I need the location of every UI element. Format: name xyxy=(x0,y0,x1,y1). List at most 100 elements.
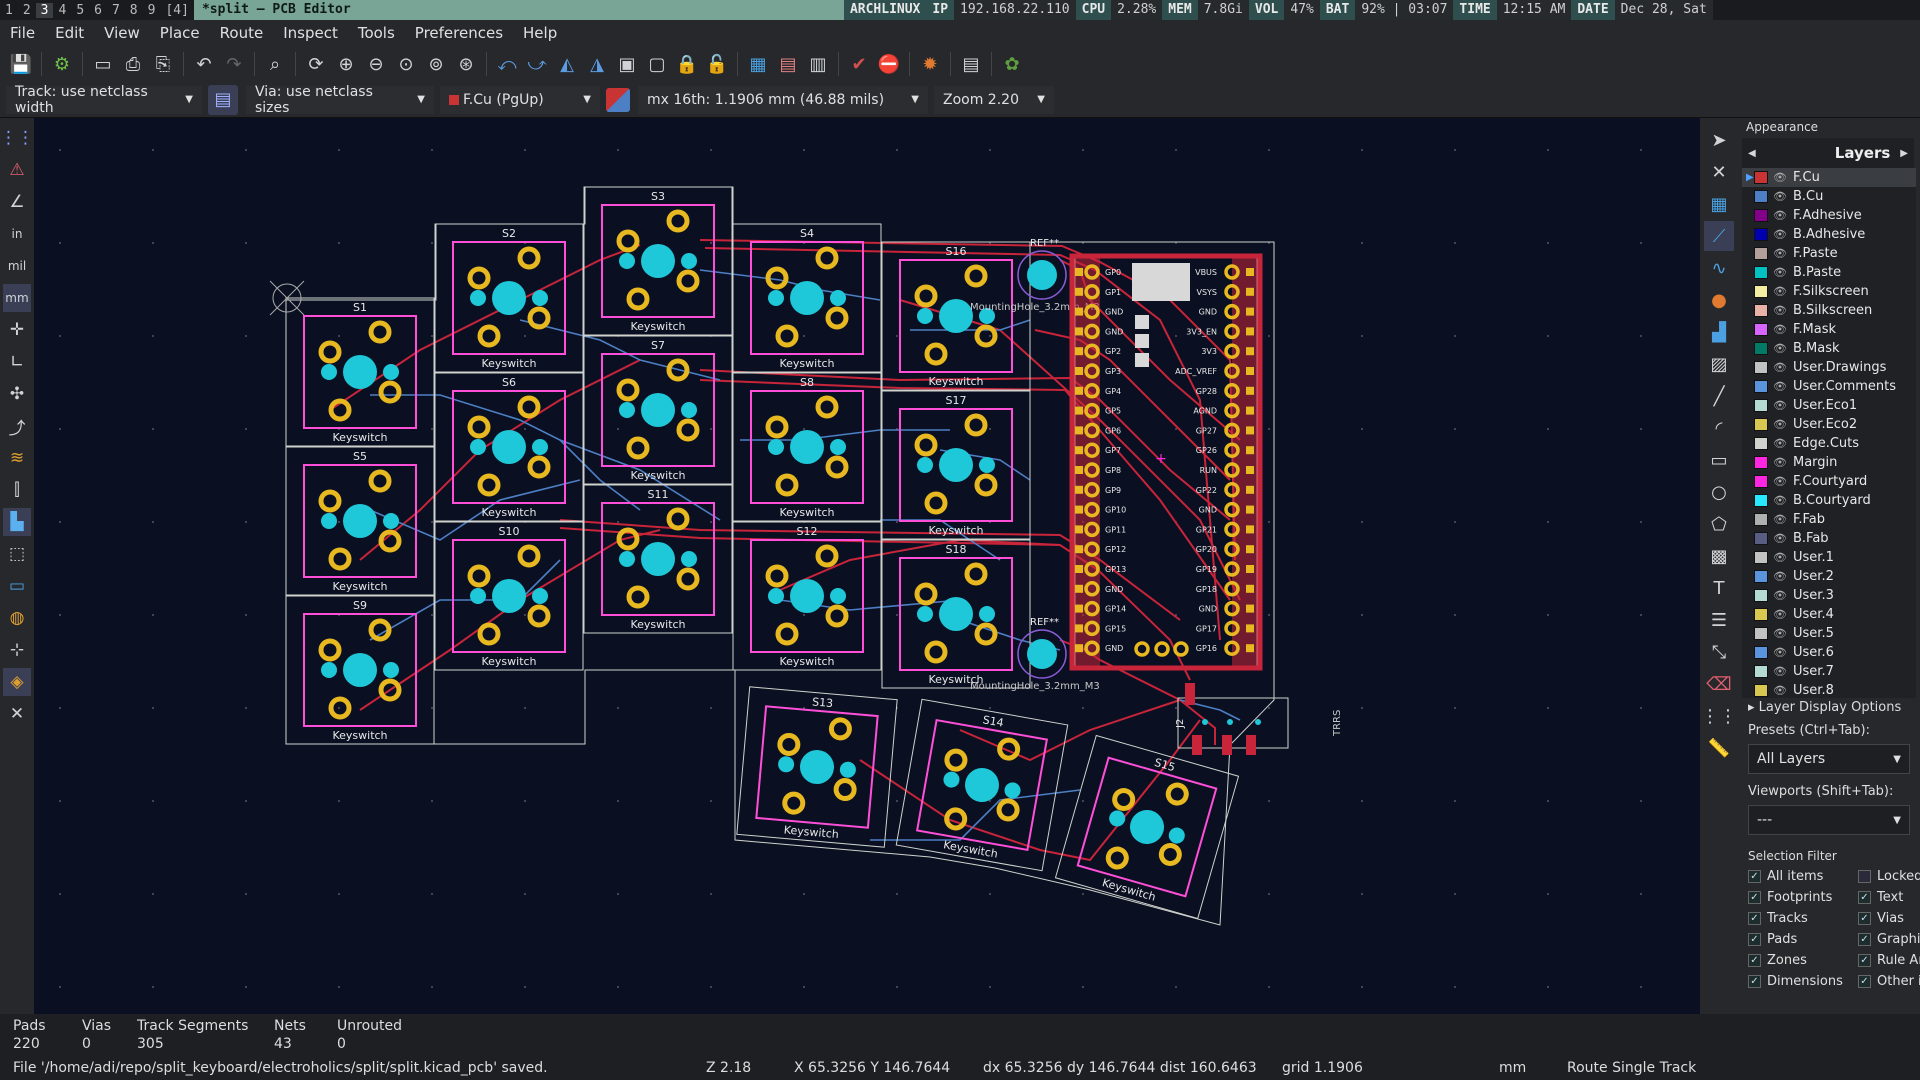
layer-row[interactable]: 👁 User.6 xyxy=(1742,643,1916,662)
local-ratsnest-icon[interactable]: ✕ xyxy=(1704,157,1734,187)
visibility-eye-icon[interactable]: 👁 xyxy=(1773,627,1787,640)
selection-filter-item[interactable]: ✓ Locked xyxy=(1858,867,1920,886)
add-footprint-icon[interactable]: ▦ xyxy=(1704,189,1734,219)
layer-color-swatch[interactable] xyxy=(1754,171,1768,184)
selection-filter-item[interactable]: ✓ Tracks xyxy=(1748,909,1858,928)
visibility-eye-icon[interactable]: 👁 xyxy=(1773,418,1787,431)
keyswitch-footprint[interactable]: S10 Keyswitch xyxy=(434,521,584,671)
pcb-canvas[interactable]: S1 Keyswitch S2 Keyswitch S3 Keyswitch S4 Keysw… xyxy=(34,118,1700,1014)
add-image-icon[interactable]: ▩ xyxy=(1704,541,1734,571)
checkbox[interactable]: ✓ xyxy=(1748,933,1761,946)
draw-arc-icon[interactable]: ◜ xyxy=(1704,413,1734,443)
checkbox[interactable]: ✓ xyxy=(1748,891,1761,904)
add-textbox-icon[interactable]: ☰ xyxy=(1704,605,1734,635)
zone-outline-icon[interactable]: ⬚ xyxy=(3,540,31,568)
layer-row[interactable]: 👁 B.Courtyard xyxy=(1742,491,1916,510)
layer-row[interactable]: 👁 User.1 xyxy=(1742,548,1916,567)
checkbox[interactable]: ✓ xyxy=(1858,870,1871,883)
route-diff-pair-icon[interactable]: ∿ xyxy=(1704,253,1734,283)
plot-icon[interactable]: ⎘ xyxy=(148,49,178,79)
print-icon[interactable]: ⎙ xyxy=(118,49,148,79)
keyswitch-footprint[interactable]: S12 Keyswitch xyxy=(732,521,882,671)
visibility-eye-icon[interactable]: 👁 xyxy=(1773,532,1787,545)
zoom-select[interactable]: Zoom 2.20 ▼ xyxy=(934,85,1054,114)
layer-color-swatch[interactable] xyxy=(1754,342,1768,355)
layer-color-swatch[interactable] xyxy=(1754,190,1768,203)
checkbox[interactable]: ✓ xyxy=(1858,975,1871,988)
layer-row[interactable]: 👁 User.5 xyxy=(1742,624,1916,643)
via-sketch-icon[interactable]: ◍ xyxy=(3,604,31,632)
menu-place[interactable]: Place xyxy=(150,24,210,42)
drc-icon[interactable]: ✔ xyxy=(844,49,874,79)
track-sketch-icon[interactable]: ⊹ xyxy=(3,636,31,664)
auto-track-width-icon[interactable]: ▤ xyxy=(208,84,238,115)
layer-row[interactable]: 👁 User.8 xyxy=(1742,681,1916,698)
keyswitch-footprint[interactable]: S9 Keyswitch xyxy=(285,595,435,745)
selection-filter-item[interactable]: ✓ Footprints xyxy=(1748,888,1858,907)
selection-filter-item[interactable]: ✓ Dimensions xyxy=(1748,972,1858,991)
visibility-eye-icon[interactable]: 👁 xyxy=(1773,247,1787,260)
layer-row[interactable]: 👁 User.Drawings xyxy=(1742,358,1916,377)
selection-filter-item[interactable]: ✓ Pads xyxy=(1748,930,1858,949)
curved-ratsnest-icon[interactable]: ⤴ xyxy=(3,412,31,440)
checkbox[interactable]: ✓ xyxy=(1858,933,1871,946)
layer-row[interactable]: ▶ 👁 F.Cu xyxy=(1742,168,1916,187)
visibility-eye-icon[interactable]: 👁 xyxy=(1773,304,1787,317)
layer-color-swatch[interactable] xyxy=(1754,323,1768,336)
keyswitch-footprint[interactable]: S2 Keyswitch xyxy=(434,223,584,373)
visibility-eye-icon[interactable]: 👁 xyxy=(1773,361,1787,374)
workspace-8[interactable]: 8 xyxy=(125,3,143,18)
zoom-in-icon[interactable]: ⊕ xyxy=(331,49,361,79)
appearance-panel-icon[interactable]: ◈ xyxy=(3,668,31,696)
visibility-eye-icon[interactable]: 👁 xyxy=(1773,475,1787,488)
layer-row[interactable]: 👁 B.Paste xyxy=(1742,263,1916,282)
grid-toggle-icon[interactable]: ⋮⋮ xyxy=(0,124,34,152)
layer-row[interactable]: 👁 F.Paste xyxy=(1742,244,1916,263)
add-via-icon[interactable]: ● xyxy=(1704,285,1734,315)
layer-color-swatch[interactable] xyxy=(1754,247,1768,260)
layer-color-swatch[interactable] xyxy=(1754,304,1768,317)
visibility-eye-icon[interactable]: 👁 xyxy=(1773,380,1787,393)
visibility-eye-icon[interactable]: 👁 xyxy=(1773,228,1787,241)
layer-row[interactable]: 👁 B.Silkscreen xyxy=(1742,301,1916,320)
menu-edit[interactable]: Edit xyxy=(45,24,94,42)
layer-row[interactable]: 👁 B.Adhesive xyxy=(1742,225,1916,244)
layer-color-swatch[interactable] xyxy=(1754,361,1768,374)
units-mm-icon[interactable]: mm xyxy=(3,284,31,312)
menu-route[interactable]: Route xyxy=(210,24,274,42)
keyswitch-footprint[interactable]: S6 Keyswitch xyxy=(434,372,584,522)
keyswitch-footprint[interactable]: S14 Keyswitch xyxy=(895,698,1069,872)
set-origin-icon[interactable]: ⋮⋮ xyxy=(1701,701,1737,731)
layer-color-swatch[interactable] xyxy=(1754,494,1768,507)
draw-rectangle-icon[interactable]: ▭ xyxy=(1704,445,1734,475)
zoom-objects-icon[interactable]: ⊚ xyxy=(421,49,451,79)
unlock-icon[interactable]: 🔓 xyxy=(702,49,732,79)
layer-color-swatch[interactable] xyxy=(1754,646,1768,659)
layer-color-swatch[interactable] xyxy=(1754,456,1768,469)
layer-color-swatch[interactable] xyxy=(1754,209,1768,222)
layer-row[interactable]: 👁 Edge.Cuts xyxy=(1742,434,1916,453)
properties-panel-icon[interactable]: ✕ xyxy=(3,700,31,728)
tab-scroll-right-icon[interactable]: ▶ xyxy=(1900,148,1908,159)
layer-row[interactable]: 👁 F.Courtyard xyxy=(1742,472,1916,491)
layer-color-swatch[interactable] xyxy=(1754,475,1768,488)
layer-color-swatch[interactable] xyxy=(1754,684,1768,697)
visibility-eye-icon[interactable]: 👁 xyxy=(1773,646,1787,659)
keyswitch-footprint[interactable]: S13 Keyswitch xyxy=(736,686,898,848)
layer-row[interactable]: 👁 User.4 xyxy=(1742,605,1916,624)
layer-row[interactable]: 👁 B.Fab xyxy=(1742,529,1916,548)
layer-select[interactable]: F.Cu (PgUp) ▼ xyxy=(440,85,600,114)
layer-color-swatch[interactable] xyxy=(1754,399,1768,412)
menu-preferences[interactable]: Preferences xyxy=(405,24,513,42)
zoom-fit-icon[interactable]: ⊙ xyxy=(391,49,421,79)
visibility-eye-icon[interactable]: 👁 xyxy=(1773,285,1787,298)
visibility-eye-icon[interactable]: 👁 xyxy=(1773,399,1787,412)
layer-color-swatch[interactable] xyxy=(1754,627,1768,640)
layer-color-swatch[interactable] xyxy=(1754,380,1768,393)
workspace-3[interactable]: 3 xyxy=(35,2,54,18)
workspace-4[interactable]: 4 xyxy=(53,3,71,18)
add-zone-icon[interactable]: ▟ xyxy=(1704,317,1734,347)
checkbox[interactable]: ✓ xyxy=(1748,870,1761,883)
visibility-eye-icon[interactable]: 👁 xyxy=(1773,171,1787,184)
cursor-style-icon[interactable]: ✛ xyxy=(3,316,31,344)
